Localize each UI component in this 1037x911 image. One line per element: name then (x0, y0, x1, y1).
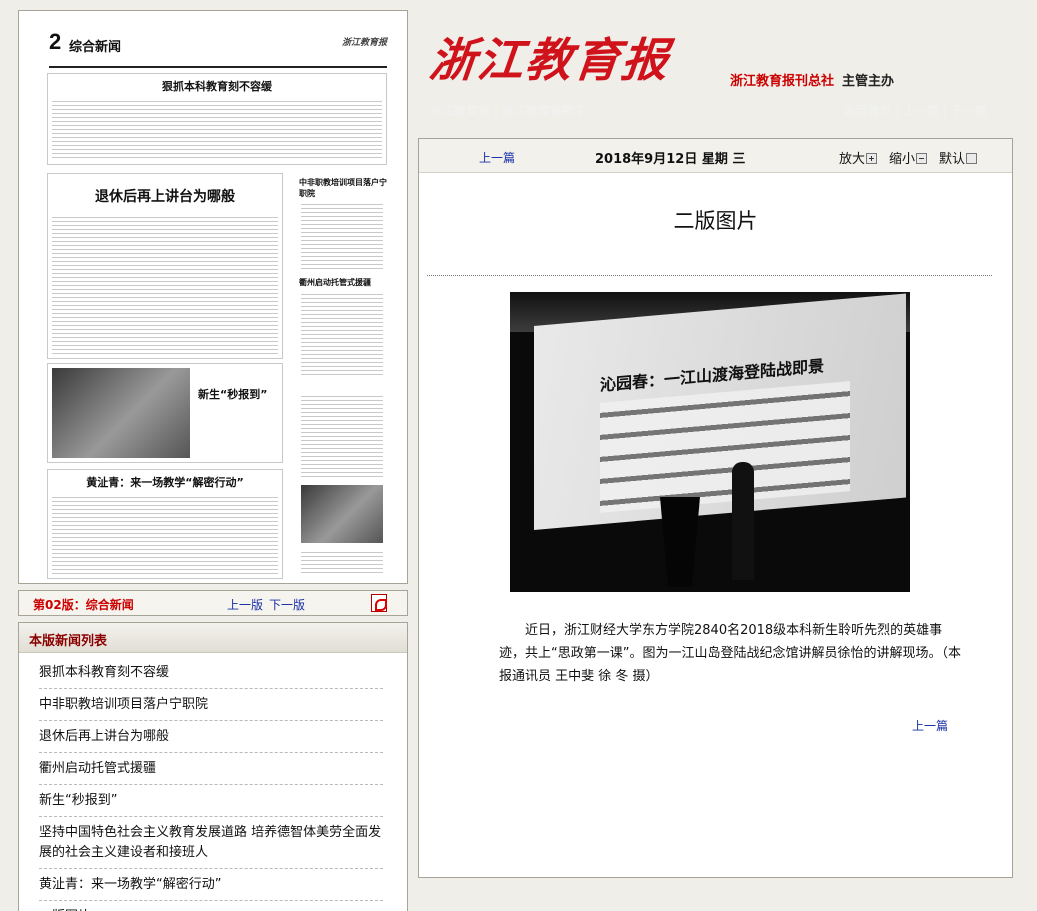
article-title: 二版图片 (673, 209, 758, 233)
news-list-item[interactable]: 衢州启动托管式援疆 (39, 753, 383, 785)
checkbox-icon (966, 153, 978, 164)
link-prev-issue[interactable]: 上一期 (903, 104, 939, 118)
speaker-silhouette (732, 462, 754, 580)
news-list-panel: 本版新闻列表 狠抓本科教育刻不容缓 中非职教培训项目落户宁职院 退休后再上讲台为… (18, 622, 408, 911)
thumb-text-block (301, 291, 383, 377)
thumb-text-block (301, 549, 383, 575)
thumb-text-block (301, 201, 383, 271)
thumb-text-block (301, 393, 383, 479)
page-thumbnail[interactable]: 2 综合新闻 浙江教育报 狠抓本科教育刻不容缓 退休后再上讲台为哪般 中非职教培… (18, 10, 408, 584)
link-separator: | (943, 104, 951, 118)
news-list-item[interactable]: 狠抓本科教育刻不容缓 (39, 657, 383, 689)
zoom-out-button[interactable]: 缩小 (889, 148, 928, 167)
news-list-item[interactable]: 中非职教培训项目落户宁职院 (39, 689, 383, 721)
thumb-headline-2: 退休后再上讲台为哪般 (95, 189, 235, 205)
link-zjjyb[interactable]: 浙江教育报 (430, 104, 490, 118)
thumb-text-block (52, 494, 278, 574)
thumb-article-1[interactable]: 狠抓本科教育刻不容缓 (47, 73, 387, 165)
thumb-article-2[interactable]: 退休后再上讲台为哪般 (47, 173, 283, 359)
publisher-name: 浙江教育报刊总社 (730, 74, 835, 89)
top-left-links: 浙江教育报 | 浙江教育报数字 (430, 102, 586, 119)
article-toolbar: 上一篇 2018年9月12日 星期 三 放大 缩小 默认 (419, 139, 1012, 173)
default-size-label: 默认 (939, 152, 966, 167)
news-list-item[interactable]: 新生“秒报到” (39, 785, 383, 817)
photo-caption: 近日，浙江财经大学东方学院2840名2018级本科新生聆听先烈的英雄事迹，共上“… (499, 623, 961, 684)
thumb-article-3[interactable]: 中非职教培训项目落户宁职院 衢州启动托管式援疆 (297, 173, 387, 381)
podium-silhouette (660, 497, 700, 587)
link-zjjyb-digital[interactable]: 浙江教育报数字 (502, 104, 586, 118)
publisher-label: 浙江教育报刊总社 主管主办 (730, 70, 894, 89)
thumb-headline-5: 新生“秒报到” (198, 388, 268, 401)
bottom-prev-article-link[interactable]: 上一篇 (912, 717, 948, 734)
page-rule (49, 66, 387, 68)
thumb-article-5[interactable]: 新生“秒报到” (47, 363, 283, 463)
pdf-icon[interactable] (371, 594, 387, 612)
thumb-article-7[interactable] (297, 389, 387, 579)
news-list: 狠抓本科教育刻不容缓 中非职教培训项目落户宁职院 退休后再上讲台为哪般 衢州启动… (19, 653, 407, 911)
zoom-in-label: 放大 (839, 152, 866, 167)
current-page-label: 第02版：综合新闻 (33, 598, 134, 612)
title-divider (427, 275, 992, 276)
news-list-item[interactable]: 退休后再上讲台为哪般 (39, 721, 383, 753)
article-panel: 上一篇 2018年9月12日 星期 三 放大 缩小 默认 二版图片 沁园春：一江… (418, 138, 1013, 878)
link-next-issue[interactable]: 下一期 (951, 104, 987, 118)
minus-icon (916, 153, 928, 164)
news-list-item[interactable]: 二版图片 (39, 901, 383, 911)
article-photo[interactable]: 沁园春：一江山渡海登陆战即景 (510, 292, 910, 592)
news-list-item[interactable]: 黄沚青：来一场教学“解密行动” (39, 869, 383, 901)
page-number: 2 (49, 29, 62, 54)
page-nav-bar: 第02版：综合新闻 上一版 下一版 (18, 590, 408, 616)
default-size-button[interactable]: 默认 (939, 148, 978, 167)
plus-icon (866, 153, 878, 164)
thumb-text-block (52, 214, 278, 354)
thumb-article-6[interactable]: 黄沚青：来一场教学“解密行动” (47, 469, 283, 579)
site-logo[interactable]: 浙江教育报 (427, 24, 674, 90)
prev-page-link[interactable]: 上一版 (227, 596, 263, 613)
publisher-role: 主管主办 (842, 74, 895, 89)
thumb-headline-1: 狠抓本科教育刻不容缓 (162, 80, 272, 93)
top-right-links: 返回首页 | 上一期 | 下一期 (844, 102, 987, 119)
thumb-text-block (52, 98, 382, 160)
news-list-item[interactable]: 坚持中国特色社会主义教育发展道路 培养德智体美劳全面发展的社会主义建设者和接班人 (39, 817, 383, 869)
thumb-photo (301, 485, 383, 543)
prev-article-link[interactable]: 上一篇 (479, 149, 515, 166)
thumb-photo (52, 368, 190, 458)
thumb-headline-6: 黄沚青：来一场教学“解密行动” (86, 476, 244, 489)
thumb-headline-3: 中非职教培训项目落户宁职院 (299, 178, 387, 198)
zoom-in-button[interactable]: 放大 (839, 148, 878, 167)
news-list-title: 本版新闻列表 (19, 623, 407, 653)
zoom-out-label: 缩小 (889, 152, 916, 167)
thumb-headline-4: 衢州启动托管式援疆 (299, 278, 371, 287)
page-section-name: 综合新闻 (69, 40, 122, 55)
next-page-link[interactable]: 下一版 (269, 596, 305, 613)
issue-date: 2018年9月12日 星期 三 (595, 152, 746, 167)
link-home[interactable]: 返回首页 (844, 104, 892, 118)
page-masthead: 浙江教育报 (341, 38, 387, 48)
slide-text-lines (600, 381, 850, 513)
link-separator: | (493, 104, 502, 118)
